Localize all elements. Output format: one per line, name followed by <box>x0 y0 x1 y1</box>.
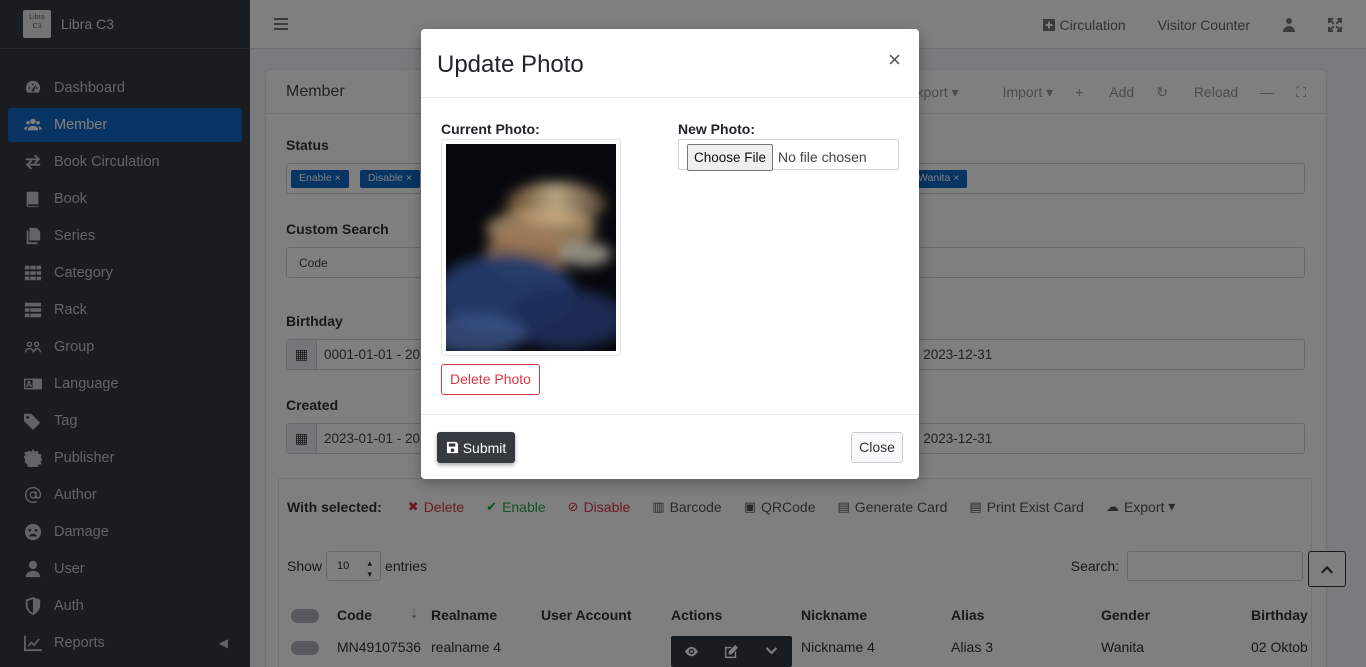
delete-photo-button[interactable]: Delete Photo <box>441 364 540 395</box>
new-photo-label: New Photo: <box>678 121 755 137</box>
close-icon[interactable]: × <box>888 49 901 71</box>
current-photo-label: Current Photo: <box>441 121 540 137</box>
modal-footer: Submit Close <box>421 414 919 479</box>
blurred-portrait-photo <box>446 144 616 351</box>
save-icon <box>446 441 458 454</box>
choose-file-button[interactable]: Choose File <box>687 144 773 171</box>
submit-button[interactable]: Submit <box>437 432 515 463</box>
close-button[interactable]: Close <box>851 432 903 463</box>
submit-label: Submit <box>462 439 507 456</box>
modal-title: Update Photo <box>437 51 584 78</box>
modal-body: Current Photo: Delete Photo New Photo: C… <box>421 98 919 414</box>
file-status-text: No file chosen <box>778 149 867 165</box>
new-photo-file-input[interactable]: Choose File No file chosen <box>678 139 899 171</box>
current-photo <box>446 144 616 351</box>
update-photo-modal: Update Photo × Current Photo: Delete Pho… <box>421 29 919 479</box>
modal-header: Update Photo × <box>421 29 919 98</box>
current-photo-frame <box>441 139 621 356</box>
